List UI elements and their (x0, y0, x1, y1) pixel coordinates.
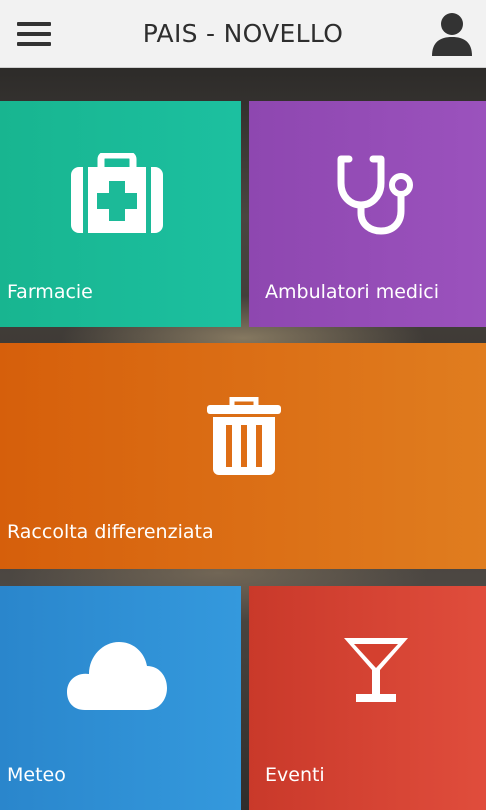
stethoscope-icon (337, 155, 413, 235)
first-aid-kit-icon (71, 153, 163, 233)
tile-label: Ambulatori medici (265, 281, 439, 303)
page-title: PAIS - NOVELLO (142, 19, 344, 48)
tile-label: Eventi (265, 764, 325, 786)
cloud-icon (67, 642, 167, 710)
tile-label: Meteo (7, 764, 66, 786)
cocktail-glass-icon (344, 638, 408, 702)
tile-raccolta-differenziata[interactable]: Raccolta differenziata (0, 343, 486, 569)
tile-ambulatori-medici[interactable]: Ambulatori medici (249, 101, 486, 327)
user-account-icon[interactable] (430, 10, 474, 58)
tile-meteo[interactable]: Meteo (0, 586, 241, 810)
hamburger-menu-icon[interactable] (17, 20, 53, 48)
tile-eventi[interactable]: Eventi (249, 586, 486, 810)
app-header: PAIS - NOVELLO (0, 0, 486, 68)
trash-bin-icon (207, 397, 281, 475)
tile-label: Farmacie (7, 281, 93, 303)
tile-farmacie[interactable]: Farmacie (0, 101, 241, 327)
tile-label: Raccolta differenziata (7, 521, 214, 543)
